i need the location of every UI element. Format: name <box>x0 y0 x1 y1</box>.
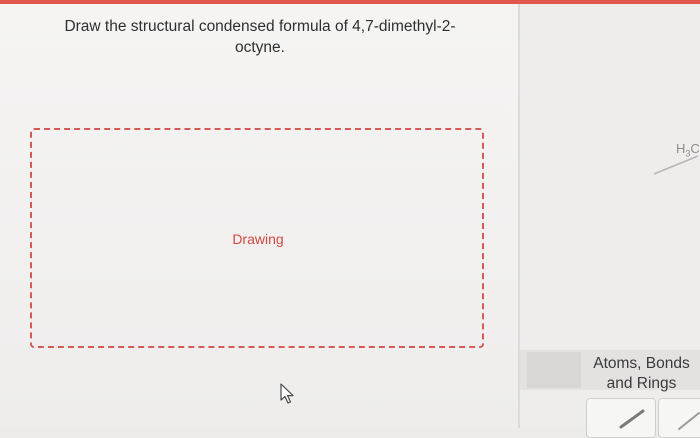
bond-tool-button[interactable] <box>658 398 700 438</box>
bond-tool-icon <box>678 412 700 430</box>
question-line-1: Draw the structural condensed formula of… <box>64 18 456 35</box>
section-swatch <box>527 352 581 388</box>
section-label-line-2: and Rings <box>606 375 677 392</box>
preview-bond-line <box>653 155 699 175</box>
question-text: Draw the structural condensed formula of… <box>40 16 480 58</box>
atoms-bonds-section-label: Atoms, Bonds and Rings <box>583 354 700 394</box>
mouse-cursor-icon <box>280 383 294 404</box>
single-bond-tool-button[interactable] <box>586 398 656 438</box>
section-label-line-1: Atoms, Bonds <box>593 355 690 372</box>
question-line-2: octyne. <box>235 39 285 56</box>
drawing-area-label: Drawing <box>232 231 284 247</box>
single-bond-icon <box>619 409 645 429</box>
